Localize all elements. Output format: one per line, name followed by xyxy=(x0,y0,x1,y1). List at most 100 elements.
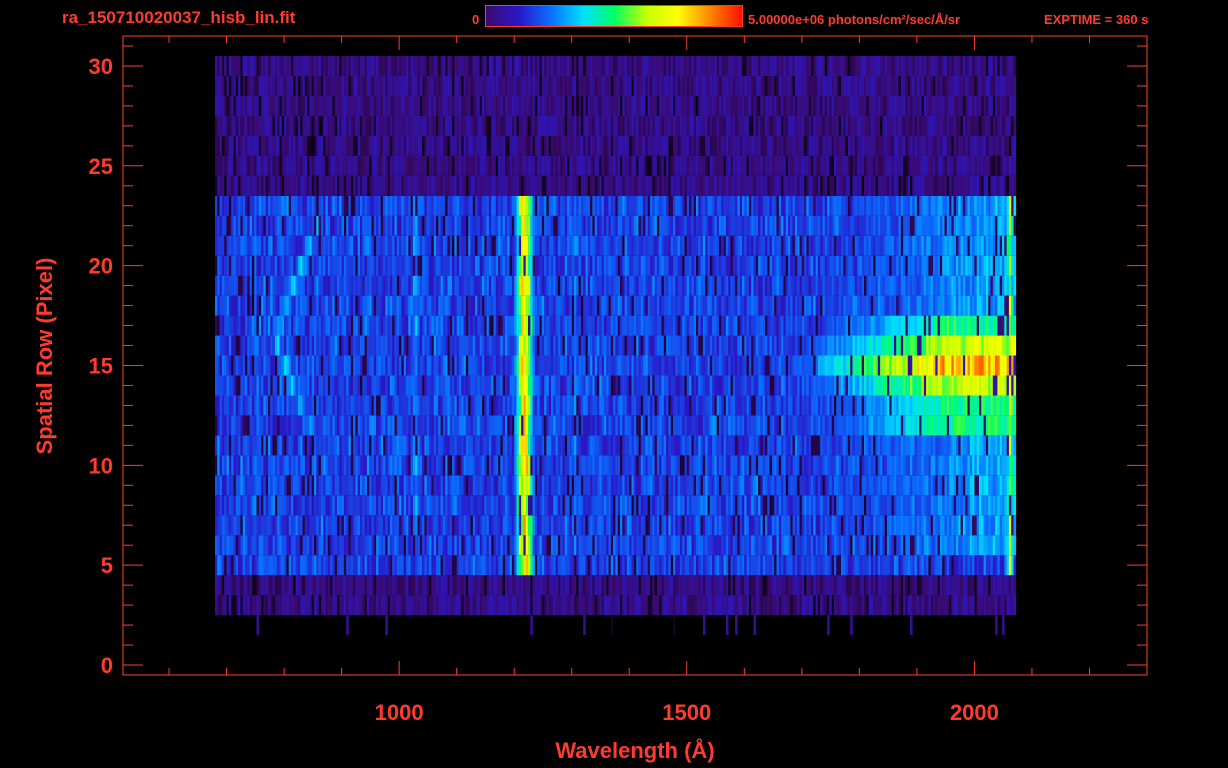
heatmap-cell xyxy=(219,335,223,356)
heatmap-cell xyxy=(636,595,639,616)
heatmap-cell xyxy=(272,375,276,396)
heatmap-cell xyxy=(532,435,536,456)
heatmap-cell xyxy=(841,375,844,396)
heatmap-cell xyxy=(350,355,354,376)
heatmap-cell xyxy=(417,395,421,416)
heatmap-cell xyxy=(491,395,494,416)
heatmap-cell xyxy=(366,395,370,416)
heatmap-cell xyxy=(640,355,644,376)
heatmap-cell xyxy=(366,355,370,376)
heatmap-cell xyxy=(746,515,750,536)
heatmap-cell xyxy=(449,335,453,356)
heatmap-cell xyxy=(765,495,768,516)
heatmap-cell xyxy=(969,495,973,516)
heatmap-cell xyxy=(815,355,819,376)
heatmap-cell xyxy=(548,535,552,556)
heatmap-cell xyxy=(916,595,920,616)
heatmap-cell xyxy=(521,335,524,356)
heatmap-cell xyxy=(725,615,729,636)
heatmap-cell xyxy=(424,595,427,616)
heatmap-cell xyxy=(580,555,584,576)
heatmap-cell xyxy=(311,335,315,356)
heatmap-cell xyxy=(781,515,784,536)
heatmap-cell xyxy=(714,495,717,516)
heatmap-cell xyxy=(415,455,418,476)
heatmap-cell xyxy=(843,375,846,396)
heatmap-cell xyxy=(1013,415,1017,436)
heatmap-cell xyxy=(574,595,577,616)
heatmap-cell xyxy=(735,375,738,396)
heatmap-cell xyxy=(985,575,989,596)
heatmap-cell xyxy=(620,435,623,456)
heatmap-cell xyxy=(284,575,287,596)
heatmap-cell xyxy=(705,435,708,456)
heatmap-cell xyxy=(495,595,499,616)
heatmap-cell xyxy=(864,515,867,536)
heatmap-cell xyxy=(440,335,444,356)
heatmap-cell xyxy=(615,555,618,576)
heatmap-cell xyxy=(742,595,745,616)
heatmap-cell xyxy=(217,455,220,476)
heatmap-cell xyxy=(293,355,296,376)
heatmap-cell xyxy=(456,435,460,456)
heatmap-cell xyxy=(226,535,230,556)
heatmap-cell xyxy=(841,455,844,476)
heatmap-cell xyxy=(475,435,478,456)
heatmap-cell xyxy=(939,555,943,576)
heatmap-cell xyxy=(272,395,276,416)
heatmap-cell xyxy=(587,515,591,536)
heatmap-cell xyxy=(353,435,356,456)
heatmap-cell xyxy=(827,495,830,516)
heatmap-cell xyxy=(778,495,782,516)
heatmap-cell xyxy=(226,575,230,596)
heatmap-cell xyxy=(348,495,352,516)
heatmap-cell xyxy=(794,555,798,576)
heatmap-cell xyxy=(419,315,423,336)
heatmap-cell xyxy=(484,495,487,516)
heatmap-cell xyxy=(838,555,842,576)
heatmap-cell xyxy=(696,435,699,456)
heatmap-cell xyxy=(555,395,559,416)
heatmap-cell xyxy=(603,535,607,556)
heatmap-cell xyxy=(412,375,416,396)
heatmap-cell xyxy=(332,535,335,556)
heatmap-cell xyxy=(309,395,312,416)
heatmap-cell xyxy=(949,495,952,516)
heatmap-cell xyxy=(746,495,750,516)
heatmap-cell xyxy=(663,515,667,536)
heatmap-cell xyxy=(677,535,681,556)
heatmap-cell xyxy=(889,375,892,396)
heatmap-cell xyxy=(629,355,632,376)
heatmap-cell xyxy=(219,555,223,576)
heatmap-cell xyxy=(284,315,287,336)
heatmap-cell xyxy=(438,595,441,616)
heatmap-cell xyxy=(486,455,490,476)
heatmap-cell xyxy=(511,475,515,496)
heatmap-cell xyxy=(613,455,616,476)
heatmap-cell xyxy=(707,575,711,596)
heatmap-cell xyxy=(525,375,529,396)
heatmap-cell xyxy=(350,315,354,336)
heatmap-cell xyxy=(528,575,531,596)
heatmap-cell xyxy=(376,355,379,376)
heatmap-cell xyxy=(958,335,961,356)
heatmap-cell xyxy=(893,355,897,376)
heatmap-cell xyxy=(583,575,586,596)
heatmap-cell xyxy=(875,395,879,416)
heatmap-cell xyxy=(553,555,556,576)
heatmap-cell xyxy=(242,555,246,576)
heatmap-cell xyxy=(415,575,418,596)
heatmap-cell xyxy=(263,335,266,356)
heatmap-cell xyxy=(806,555,809,576)
heatmap-cell xyxy=(926,475,929,496)
heatmap-cell xyxy=(369,415,372,436)
heatmap-cell xyxy=(378,395,381,416)
heatmap-cell xyxy=(705,495,708,516)
heatmap-cell xyxy=(834,495,837,516)
heatmap-cell xyxy=(479,375,483,396)
heatmap-cell xyxy=(691,455,694,476)
heatmap-cell xyxy=(592,575,595,596)
heatmap-cell xyxy=(861,435,865,456)
heatmap-cell xyxy=(767,395,770,416)
heatmap-cell xyxy=(387,435,391,456)
